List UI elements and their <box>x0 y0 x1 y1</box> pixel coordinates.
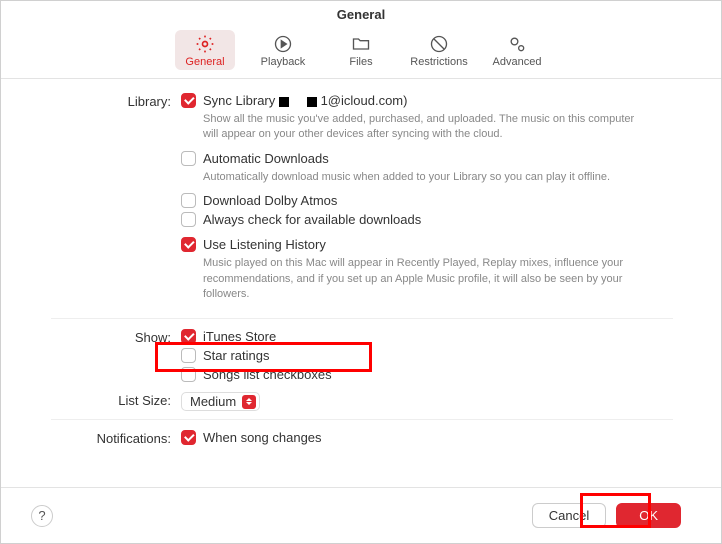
content-area: Library: Sync Library 1@icloud.com) Show… <box>1 79 721 487</box>
tab-general[interactable]: General <box>175 30 235 70</box>
cancel-button[interactable]: Cancel <box>532 503 606 528</box>
automatic-downloads-desc: Automatically download music when added … <box>203 170 643 185</box>
automatic-downloads-checkbox[interactable] <box>181 151 196 166</box>
songs-list-checkboxes-checkbox[interactable] <box>181 367 196 382</box>
list-size-select[interactable]: Medium <box>181 392 260 411</box>
toolbar: General Playback Files Restrictions Adva… <box>1 26 721 79</box>
library-label: Library: <box>51 93 181 109</box>
tab-advanced[interactable]: Advanced <box>487 30 547 70</box>
tab-label: Files <box>349 56 372 68</box>
tab-label: Advanced <box>493 56 542 68</box>
tab-restrictions[interactable]: Restrictions <box>409 30 469 70</box>
list-size-label: List Size: <box>51 392 181 408</box>
tab-label: Playback <box>261 56 306 68</box>
download-dolby-atmos-checkbox[interactable] <box>181 193 196 208</box>
tab-label: General <box>185 56 224 68</box>
tab-files[interactable]: Files <box>331 30 391 70</box>
play-icon <box>273 34 293 54</box>
redacted-block <box>307 97 317 107</box>
sync-library-label: Sync Library 1@icloud.com) <box>203 93 407 108</box>
ok-button[interactable]: OK <box>616 503 681 528</box>
itunes-store-label: iTunes Store <box>203 329 276 344</box>
nosign-icon <box>429 34 449 54</box>
download-dolby-atmos-label: Download Dolby Atmos <box>203 193 337 208</box>
notifications-label: Notifications: <box>51 430 181 446</box>
show-label: Show: <box>51 329 181 345</box>
sync-library-checkbox[interactable] <box>181 93 196 108</box>
window-title: General <box>1 1 721 26</box>
gears-icon <box>507 34 527 54</box>
itunes-store-checkbox[interactable] <box>181 329 196 344</box>
use-listening-history-checkbox[interactable] <box>181 237 196 252</box>
gear-icon <box>195 34 215 54</box>
preferences-window: General General Playback Files Restricti… <box>0 0 722 544</box>
redacted-block <box>279 97 289 107</box>
use-listening-history-label: Use Listening History <box>203 237 326 252</box>
star-ratings-checkbox[interactable] <box>181 348 196 363</box>
list-size-value: Medium <box>190 394 236 409</box>
star-ratings-label: Star ratings <box>203 348 269 363</box>
sync-library-desc: Show all the music you've added, purchas… <box>203 112 643 143</box>
automatic-downloads-label: Automatic Downloads <box>203 151 329 166</box>
always-check-downloads-checkbox[interactable] <box>181 212 196 227</box>
footer: ? Cancel OK <box>1 487 721 543</box>
tab-playback[interactable]: Playback <box>253 30 313 70</box>
songs-list-checkboxes-label: Songs list checkboxes <box>203 367 332 382</box>
help-button[interactable]: ? <box>31 505 53 527</box>
when-song-changes-checkbox[interactable] <box>181 430 196 445</box>
chevron-updown-icon <box>242 395 256 409</box>
tab-label: Restrictions <box>410 56 467 68</box>
use-listening-history-desc: Music played on this Mac will appear in … <box>203 256 643 302</box>
folder-icon <box>351 34 371 54</box>
when-song-changes-label: When song changes <box>203 430 322 445</box>
always-check-downloads-label: Always check for available downloads <box>203 212 421 227</box>
